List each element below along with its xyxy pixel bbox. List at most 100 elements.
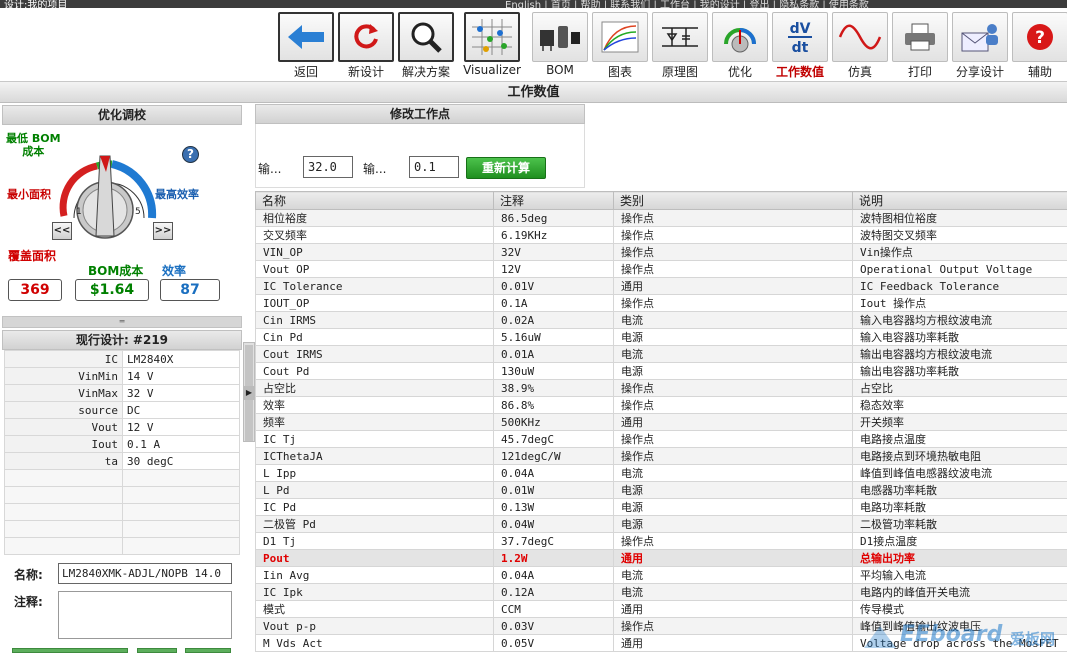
working-values-button[interactable]: dV dt 工作数值 — [770, 10, 830, 80]
bottom-secondary-button[interactable] — [185, 648, 231, 653]
design-name-input[interactable]: LM2840XMK-ADJL/NOPB 14.0 — [58, 563, 232, 584]
table-header-row: 名称 注释 类别 说明 — [255, 191, 1067, 210]
table-row[interactable]: 效率 86.8% 操作点 稳态效率 — [255, 396, 1067, 414]
current-design-value: 32 V — [122, 384, 240, 402]
cell-note: 0.05V — [493, 634, 614, 652]
bom-cost-title: BOM成本 — [88, 264, 144, 278]
current-design-key: ta — [4, 452, 123, 470]
column-header-note[interactable]: 注释 — [493, 191, 614, 210]
column-header-description[interactable]: 说明 — [852, 191, 1067, 210]
solutions-button[interactable]: 解决方案 — [396, 10, 456, 80]
cell-category: 通用 — [613, 277, 853, 295]
table-row[interactable]: 交叉频率 6.19KHz 操作点 波特图交叉频率 — [255, 226, 1067, 244]
cell-note: 5.16uW — [493, 328, 614, 346]
table-row[interactable]: 模式 CCM 通用 传导模式 — [255, 600, 1067, 618]
current-design-empty-row — [4, 469, 240, 487]
cell-description: Vin操作点 — [852, 243, 1067, 261]
cell-name: IOUT_OP — [255, 294, 494, 312]
table-row[interactable]: Cout IRMS 0.01A 电流 输出电容器均方根纹波电流 — [255, 345, 1067, 363]
cell-note: 0.04A — [493, 566, 614, 584]
back-arrow-icon — [278, 12, 334, 62]
table-row[interactable]: 二极管 Pd 0.04W 电源 二极管功率耗散 — [255, 515, 1067, 533]
cell-name: Cout Pd — [255, 362, 494, 380]
table-row[interactable]: Iin Avg 0.04A 电流 平均输入电流 — [255, 566, 1067, 584]
table-row[interactable]: Cout Pd 130uW 电源 输出电容器功率耗散 — [255, 362, 1067, 380]
cell-description: 输出电容器均方根纹波电流 — [852, 345, 1067, 363]
recalculate-button[interactable]: 重新计算 — [466, 157, 546, 179]
back-button[interactable]: 返回 — [276, 10, 336, 80]
table-row[interactable]: Vout OP 12V 操作点 Operational Output Voltage — [255, 260, 1067, 278]
bom-button[interactable]: BOM — [530, 10, 590, 80]
help-label: 辅助 — [1027, 65, 1052, 79]
prev-design-button[interactable]: << — [52, 222, 72, 240]
cell-name: 交叉频率 — [255, 226, 494, 244]
cell-description: 峰值到峰值输出纹波电压 — [852, 617, 1067, 635]
min-area-label: 最小面积 — [7, 188, 51, 201]
toolbar: 返回 新设计 解决方案 Visualizer BOM 图表 原理图 优化 dV … — [0, 8, 1067, 80]
charts-button[interactable]: 图表 — [590, 10, 650, 80]
simulation-button[interactable]: 仿真 — [830, 10, 890, 80]
panel-divider-grip[interactable]: ═ — [2, 316, 242, 328]
cell-category: 通用 — [613, 634, 853, 652]
schematic-button[interactable]: 原理图 — [650, 10, 710, 80]
current-design-empty-row — [4, 537, 240, 555]
table-row[interactable]: Cin Pd 5.16uW 电源 输入电容器功率耗散 — [255, 328, 1067, 346]
table-row[interactable]: Vout p-p 0.03V 操作点 峰值到峰值输出纹波电压 — [255, 617, 1067, 635]
next-design-button[interactable]: >> — [153, 222, 173, 240]
table-row[interactable]: L Pd 0.01W 电源 电感器功率耗散 — [255, 481, 1067, 499]
current-design-key: VinMax — [4, 384, 123, 402]
cell-name: L Pd — [255, 481, 494, 499]
cell-name: 效率 — [255, 396, 494, 414]
column-header-category[interactable]: 类别 — [613, 191, 853, 210]
cell-description: 传导模式 — [852, 600, 1067, 618]
help-circle-icon[interactable]: ? — [182, 146, 199, 163]
table-row[interactable]: IC Tolerance 0.01V 通用 IC Feedback Tolerance — [255, 277, 1067, 295]
table-row[interactable]: IC Tj 45.7degC 操作点 电路接点温度 — [255, 430, 1067, 448]
iout-input[interactable]: 0.1 — [409, 156, 459, 178]
cell-name: 相位裕度 — [255, 209, 494, 227]
table-row[interactable]: D1 Tj 37.7degC 操作点 D1接点温度 — [255, 532, 1067, 550]
cell-note: 0.02A — [493, 311, 614, 329]
table-row[interactable]: VIN_OP 32V 操作点 Vin操作点 — [255, 243, 1067, 261]
cell-name: Iin Avg — [255, 566, 494, 584]
table-row[interactable]: 频率 500KHz 通用 开关频率 — [255, 413, 1067, 431]
cell-name: VIN_OP — [255, 243, 494, 261]
cell-note: 0.04W — [493, 515, 614, 533]
cell-name: Pout — [255, 549, 494, 567]
new-design-button[interactable]: 新设计 — [336, 10, 396, 80]
cell-category: 操作点 — [613, 243, 853, 261]
current-design-key: source — [4, 401, 123, 419]
table-row[interactable]: L Ipp 0.04A 电流 峰值到峰值电感器纹波电流 — [255, 464, 1067, 482]
cell-name: D1 Tj — [255, 532, 494, 550]
save-button[interactable] — [12, 648, 128, 653]
vin-input[interactable]: 32.0 — [303, 156, 353, 178]
design-note-textarea[interactable] — [58, 591, 232, 639]
cell-name: L Ipp — [255, 464, 494, 482]
visualizer-button[interactable]: Visualizer — [462, 10, 522, 80]
table-row[interactable]: M Vds Act 0.05V 通用 Voltage drop across the … — [255, 634, 1067, 652]
cell-category: 电源 — [613, 498, 853, 516]
current-design-header: 现行设计: #219 — [2, 330, 242, 350]
optimize-knob-area: 最低 BOM 成本 最小面积 最高效率 1 5 ? << >> 覆盖面积 BOM… — [2, 126, 242, 314]
cell-description: IC Feedback Tolerance — [852, 277, 1067, 295]
table-row[interactable]: 占空比 38.9% 操作点 占空比 — [255, 379, 1067, 397]
table-row[interactable]: IC Pd 0.13W 电源 电路功率耗散 — [255, 498, 1067, 516]
help-button[interactable]: ? 辅助 — [1010, 10, 1067, 80]
table-row[interactable]: IOUT_OP 0.1A 操作点 Iout 操作点 — [255, 294, 1067, 312]
cell-category: 操作点 — [613, 447, 853, 465]
optimize-button[interactable]: 优化 — [710, 10, 770, 80]
share-design-button[interactable]: 分享设计 — [950, 10, 1010, 80]
table-row[interactable]: Cin IRMS 0.02A 电流 输入电容器均方根纹波电流 — [255, 311, 1067, 329]
table-row[interactable]: IC Ipk 0.12A 电流 电路内的峰值开关电流 — [255, 583, 1067, 601]
table-row[interactable]: ICThetaJA 121degC/W 操作点 电路接点到环境热敏电阻 — [255, 447, 1067, 465]
dial-max-label: 5 — [135, 207, 141, 217]
table-row[interactable]: 相位裕度 86.5deg 操作点 波特图相位裕度 — [255, 209, 1067, 227]
column-header-name[interactable]: 名称 — [255, 191, 494, 210]
current-design-value: 0.1 A — [122, 435, 240, 453]
cell-note: 0.01W — [493, 481, 614, 499]
collapse-arrow-icon[interactable]: ▶ — [244, 386, 254, 400]
cell-note: 0.04A — [493, 464, 614, 482]
print-button[interactable]: 打印 — [890, 10, 950, 80]
bottom-action-button[interactable] — [137, 648, 177, 653]
table-row[interactable]: Pout 1.2W 通用 总输出功率 — [255, 549, 1067, 567]
